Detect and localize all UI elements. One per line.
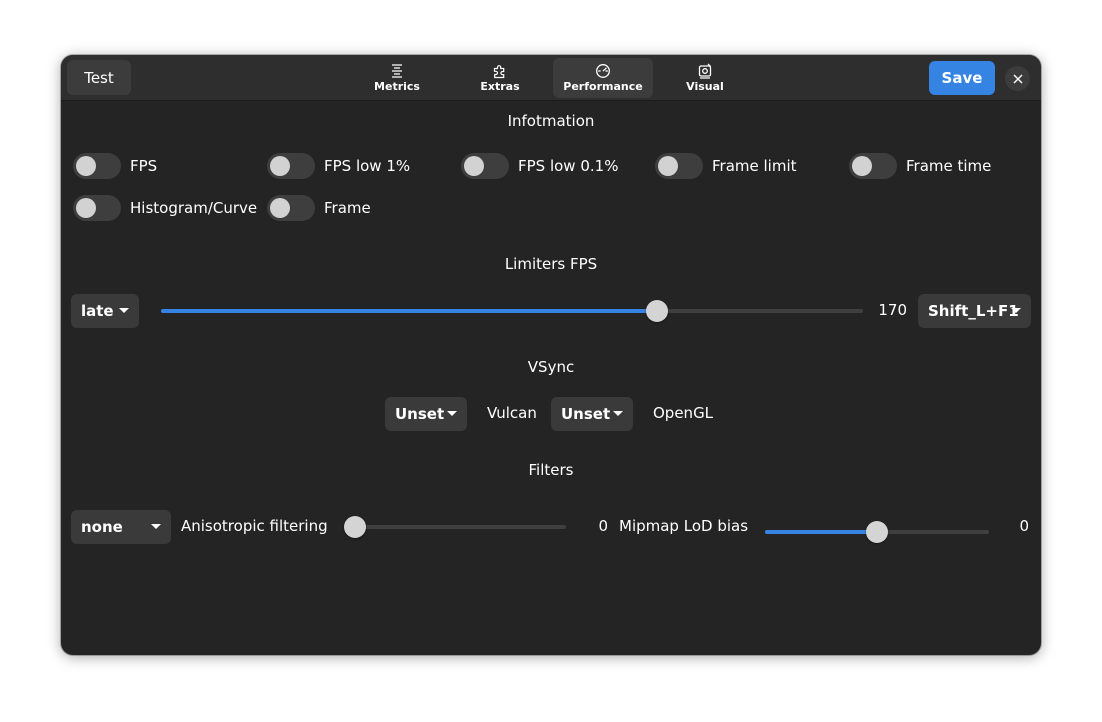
keybind-dropdown[interactable]: Shift_L+F1 <box>918 294 1031 328</box>
close-button[interactable] <box>1005 66 1030 91</box>
tab-extras-label: Extras <box>480 80 520 93</box>
mipmap-slider[interactable] <box>765 521 989 543</box>
frame-switch-row: Frame <box>267 195 371 221</box>
fps-label: FPS <box>130 157 158 175</box>
tab-extras[interactable]: Extras <box>450 58 550 98</box>
fps-limit-value: 170 <box>878 301 907 319</box>
fps-low01-label: FPS low 0.1% <box>518 157 619 175</box>
performance-icon <box>596 64 610 78</box>
fps-low01-switch[interactable] <box>461 153 509 179</box>
chevron-down-icon <box>151 524 161 529</box>
chevron-down-icon <box>119 308 129 313</box>
limiter-mode-dropdown[interactable]: late <box>71 294 139 328</box>
limiters-title: Limiters FPS <box>504 255 598 273</box>
save-button[interactable]: Save <box>929 61 995 95</box>
slider-thumb[interactable] <box>866 521 888 543</box>
frame-time-label: Frame time <box>906 157 992 175</box>
opengl-label: OpenGL <box>653 404 714 422</box>
opengl-vsync-dropdown[interactable]: Unset <box>551 397 633 431</box>
settings-window: Test Metrics Extras Performance Visual S… <box>61 55 1041 655</box>
switch-knob <box>270 198 290 218</box>
visual-icon <box>698 63 712 79</box>
vsync-title: VSync <box>527 358 575 376</box>
tab-visual[interactable]: Visual <box>655 58 755 98</box>
tab-visual-label: Visual <box>686 80 724 93</box>
filter-value: none <box>81 518 123 536</box>
tab-performance[interactable]: Performance <box>553 58 653 98</box>
chevron-down-icon <box>1011 308 1021 313</box>
metrics-icon <box>392 64 402 78</box>
frame-limit-label: Frame limit <box>712 157 797 175</box>
frame-time-switch-row: Frame time <box>849 153 991 179</box>
switch-knob <box>76 198 96 218</box>
vulkan-vsync-value: Unset <box>395 405 445 423</box>
information-title: Infotmation <box>507 112 595 130</box>
keybind-value: Shift_L+F1 <box>928 302 1019 320</box>
histogram-label: Histogram/Curve <box>130 199 258 217</box>
chevron-down-icon <box>447 411 457 416</box>
tab-metrics[interactable]: Metrics <box>347 58 447 98</box>
filters-title: Filters <box>528 461 574 479</box>
fps-low1-switch-row: FPS low 1% <box>267 153 410 179</box>
fps-low1-switch[interactable] <box>267 153 315 179</box>
puzzle-icon <box>493 65 505 79</box>
slider-fill <box>161 309 657 313</box>
mipmap-value: 0 <box>1019 517 1029 535</box>
fps-limit-slider[interactable] <box>161 300 863 322</box>
switch-knob <box>76 156 96 176</box>
header-bar: Test Metrics Extras Performance Visual S… <box>61 55 1041 101</box>
close-icon <box>1013 74 1022 83</box>
histogram-switch[interactable] <box>73 195 121 221</box>
slider-thumb[interactable] <box>344 516 366 538</box>
filter-dropdown[interactable]: none <box>71 510 171 544</box>
tab-performance-label: Performance <box>563 80 643 93</box>
fps-switch-row: FPS <box>73 153 157 179</box>
frame-label: Frame <box>324 199 371 217</box>
anisotropic-slider[interactable] <box>344 516 566 538</box>
frame-time-switch[interactable] <box>849 153 897 179</box>
anisotropic-label: Anisotropic filtering <box>181 517 328 535</box>
opengl-vsync-value: Unset <box>561 405 611 423</box>
fps-switch[interactable] <box>73 153 121 179</box>
chevron-down-icon <box>613 411 623 416</box>
limiter-mode-value: late <box>81 302 114 320</box>
switch-knob <box>852 156 872 176</box>
frame-limit-switch[interactable] <box>655 153 703 179</box>
frame-switch[interactable] <box>267 195 315 221</box>
vulkan-vsync-dropdown[interactable]: Unset <box>385 397 467 431</box>
switch-knob <box>270 156 290 176</box>
switch-knob <box>464 156 484 176</box>
histogram-switch-row: Histogram/Curve <box>73 195 257 221</box>
slider-fill <box>765 530 877 534</box>
mipmap-label: Mipmap LoD bias <box>619 517 749 535</box>
vulkan-label: Vulcan <box>487 404 537 422</box>
fps-low01-switch-row: FPS low 0.1% <box>461 153 618 179</box>
fps-low1-label: FPS low 1% <box>324 157 411 175</box>
switch-knob <box>658 156 678 176</box>
slider-thumb[interactable] <box>646 300 668 322</box>
frame-limit-switch-row: Frame limit <box>655 153 797 179</box>
anisotropic-value: 0 <box>598 517 608 535</box>
test-button[interactable]: Test <box>67 60 131 95</box>
tab-metrics-label: Metrics <box>374 80 420 93</box>
slider-trough <box>344 525 566 529</box>
